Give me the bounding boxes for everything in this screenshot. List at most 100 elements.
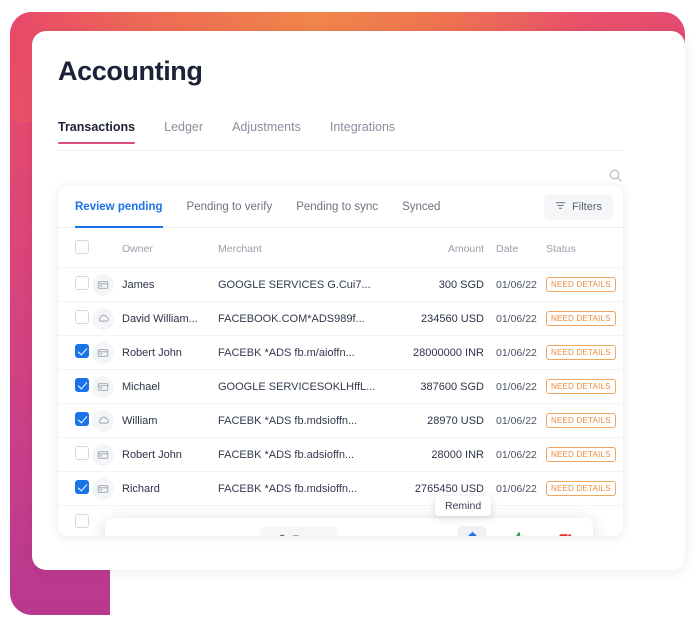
table-row[interactable]: William FACEBK *ADS fb.mdsioffn... 28970 U… xyxy=(58,403,623,438)
date-value: 01/06/22 xyxy=(496,414,537,427)
row-status-cell: NEED DETAILS xyxy=(546,403,623,438)
amount-value: 387600 SGD xyxy=(420,380,484,393)
reject-button[interactable] xyxy=(549,526,579,536)
card-icon xyxy=(92,341,114,364)
external-link-icon xyxy=(273,534,285,536)
row-checkbox[interactable] xyxy=(75,276,89,290)
row-owner-cell: David William... xyxy=(122,301,218,336)
row-status-cell: NEED DETAILS xyxy=(546,335,623,370)
cloud-icon xyxy=(92,409,114,432)
row-type-cell xyxy=(92,403,122,438)
date-value: 01/06/22 xyxy=(496,482,537,495)
row-merchant-cell: FACEBK *ADS fb.mdsioffn... xyxy=(218,403,390,438)
row-amount-cell: 28000000 INR xyxy=(390,335,484,370)
filter-icon xyxy=(555,200,566,214)
row-date-cell: 01/06/22 xyxy=(484,403,546,438)
row-checkbox[interactable] xyxy=(75,412,89,426)
remind-tooltip: Remind xyxy=(435,496,492,516)
subtab-review-pending[interactable]: Review pending xyxy=(75,186,163,228)
subtab-pending-to-verify[interactable]: Pending to verify xyxy=(187,186,273,228)
selection-action-bar: 6 transaction selected Export xyxy=(105,496,593,536)
row-merchant-cell: FACEBK *ADS fb.adsioffn... xyxy=(218,437,390,472)
card-icon xyxy=(92,375,114,398)
header-select-all-cell xyxy=(58,228,92,268)
export-button[interactable]: Export xyxy=(259,526,338,536)
row-checkbox[interactable] xyxy=(75,310,89,324)
date-value: 01/06/22 xyxy=(496,346,537,359)
row-checkbox[interactable] xyxy=(75,514,89,529)
remind-button[interactable] xyxy=(457,526,487,536)
row-type-cell xyxy=(92,369,122,404)
date-value: 01/06/22 xyxy=(496,312,537,325)
owner-value: Michael xyxy=(122,380,160,393)
export-label: Export xyxy=(292,535,325,536)
row-select-cell xyxy=(58,301,92,336)
merchant-value: FACEBK *ADS fb.mdsioffn... xyxy=(218,414,358,427)
row-select-cell xyxy=(58,403,92,438)
row-select-cell xyxy=(58,437,92,472)
filters-button[interactable]: Filters xyxy=(544,193,613,220)
tab-ledger[interactable]: Ledger xyxy=(164,120,220,143)
row-type-cell xyxy=(92,267,122,302)
row-date-cell: 01/06/22 xyxy=(484,335,546,370)
row-type-cell xyxy=(92,335,122,370)
date-value: 01/06/22 xyxy=(496,380,537,393)
row-status-cell: NEED DETAILS xyxy=(546,369,623,404)
subtab-synced[interactable]: Synced xyxy=(402,186,440,228)
search-icon[interactable] xyxy=(608,168,623,183)
table-row[interactable]: Michael GOOGLE SERVICESOKLHffL... 387600 S… xyxy=(58,369,623,404)
primary-tabs: Transactions Ledger Adjustments Integrat… xyxy=(58,120,623,151)
row-status-cell: NEED DETAILS xyxy=(546,301,623,336)
amount-value: 28970 USD xyxy=(427,414,484,427)
amount-value: 234560 USD xyxy=(421,312,484,325)
row-checkbox[interactable] xyxy=(75,446,89,460)
row-select-cell xyxy=(58,267,92,302)
header-owner: Owner xyxy=(122,242,153,255)
tab-integrations[interactable]: Integrations xyxy=(330,120,412,143)
table-row[interactable]: David William... FACEBOOK.COM*ADS989f... 2… xyxy=(58,301,623,336)
row-date-cell: 01/06/22 xyxy=(484,471,546,506)
row-amount-cell: 300 SGD xyxy=(390,267,484,302)
row-merchant-cell: GOOGLE SERVICESOKLHffL... xyxy=(218,369,390,404)
header-date: Date xyxy=(496,242,519,255)
row-owner-cell: Richard xyxy=(122,471,218,506)
owner-value: Robert John xyxy=(122,346,182,359)
merchant-value: GOOGLE SERVICESOKLHffL... xyxy=(218,380,376,393)
table-row[interactable]: Robert John FACEBK *ADS fb.m/aioffn... 280… xyxy=(58,335,623,370)
tab-transactions[interactable]: Transactions xyxy=(58,120,152,144)
page-title: Accounting xyxy=(58,56,203,86)
approve-button[interactable] xyxy=(503,526,533,536)
amount-value: 2765450 USD xyxy=(414,482,484,495)
header-merchant: Merchant xyxy=(218,242,262,255)
row-merchant-cell: FACEBK *ADS fb.m/aioffn... xyxy=(218,335,390,370)
row-checkbox[interactable] xyxy=(75,480,89,494)
row-checkbox[interactable] xyxy=(75,344,89,358)
row-amount-cell: 28970 USD xyxy=(390,403,484,438)
row-checkbox[interactable] xyxy=(75,378,89,392)
table-row[interactable]: Robert John FACEBK *ADS fb.adsioffn... 280… xyxy=(58,437,623,472)
thumbs-up-icon xyxy=(510,530,527,536)
status-tabs: Review pending Pending to verify Pending… xyxy=(58,186,623,228)
thumbs-down-icon xyxy=(556,530,573,536)
selection-count-label: 6 transaction selected xyxy=(123,534,240,536)
owner-value: David William... xyxy=(122,312,198,325)
amount-value: 28000000 INR xyxy=(413,346,484,359)
select-all-checkbox[interactable] xyxy=(75,240,89,254)
row-amount-cell: 387600 SGD xyxy=(390,369,484,404)
row-status-cell: NEED DETAILS xyxy=(546,437,623,472)
transactions-card: Review pending Pending to verify Pending… xyxy=(58,186,623,536)
transactions-table: Owner Merchant Amount Date Status James G… xyxy=(58,228,623,536)
merchant-value: FACEBK *ADS fb.m/aioffn... xyxy=(218,346,355,359)
row-merchant-cell: FACEBOOK.COM*ADS989f... xyxy=(218,301,390,336)
table-row[interactable]: Richard FACEBK *ADS fb.mdsioffn... 2765450… xyxy=(58,471,623,506)
header-type xyxy=(92,228,122,268)
subtab-pending-to-sync[interactable]: Pending to sync xyxy=(296,186,378,228)
row-amount-cell: 28000 INR xyxy=(390,437,484,472)
status-badge: NEED DETAILS xyxy=(546,447,616,462)
table-row[interactable]: James GOOGLE SERVICES G.Cui7... 300 SGD 01/… xyxy=(58,267,623,302)
merchant-value: FACEBK *ADS fb.adsioffn... xyxy=(218,448,355,461)
date-value: 01/06/22 xyxy=(496,448,537,461)
row-select-cell xyxy=(58,505,92,536)
row-date-cell: 01/06/22 xyxy=(484,301,546,336)
tab-adjustments[interactable]: Adjustments xyxy=(232,120,318,143)
